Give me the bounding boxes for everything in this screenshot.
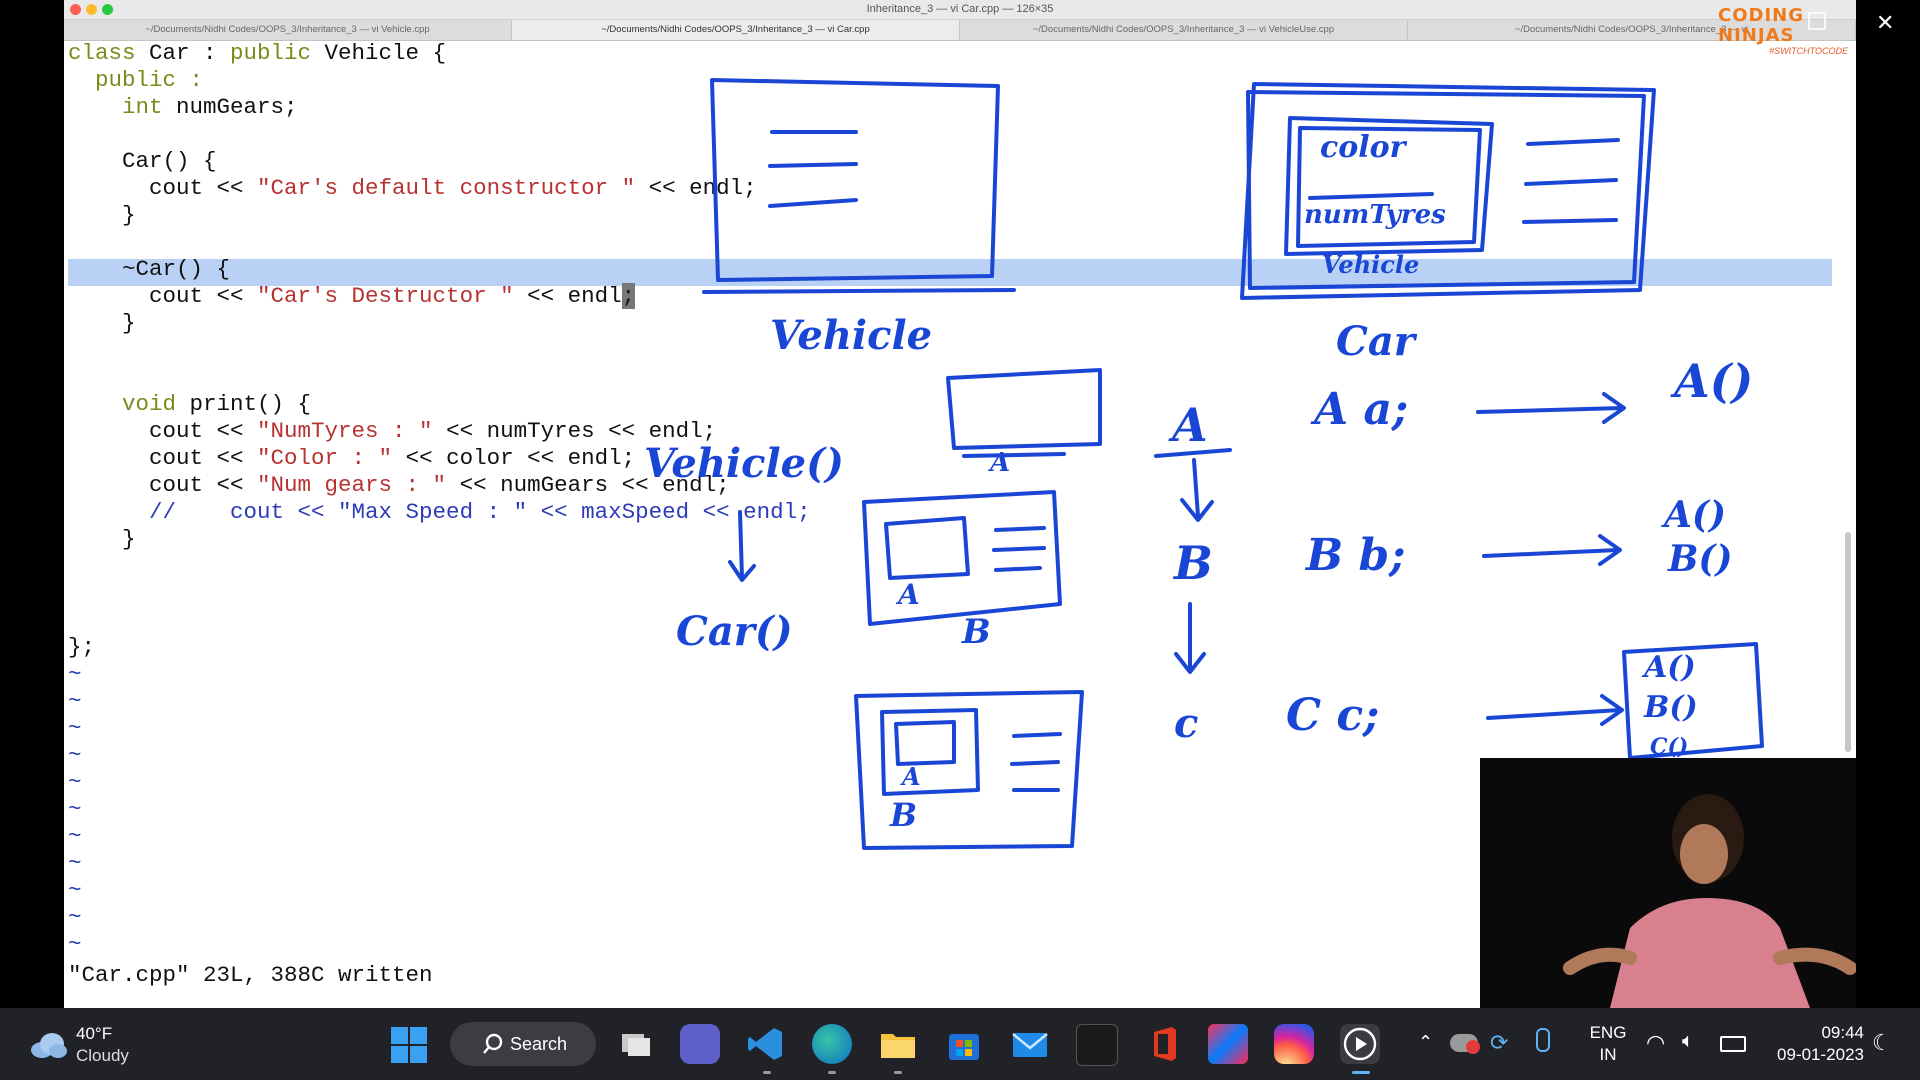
ink-vehicle-inner: Vehicle	[1322, 250, 1420, 279]
mysql-workbench-icon[interactable]	[1076, 1024, 1118, 1066]
task-view-icon[interactable]	[616, 1024, 656, 1064]
ink-res-c3: C()	[1650, 734, 1689, 760]
ink-res-a: A()	[1674, 354, 1754, 408]
arrow-c	[1486, 708, 1622, 720]
search-label: Search	[510, 1034, 568, 1054]
active-indicator	[1352, 1071, 1370, 1074]
logo-text: CODING NINJAS	[1718, 5, 1804, 46]
car-member-line	[1522, 218, 1618, 224]
ink-numtyres: numTyres	[1304, 200, 1446, 230]
box-c-member-line	[1012, 732, 1062, 738]
running-indicator	[894, 1071, 902, 1074]
search-icon	[483, 1033, 503, 1054]
ink-vehicle-label: Vehicle	[770, 312, 933, 359]
restore-icon[interactable]	[1808, 12, 1826, 30]
ink-vehicle-ctor: Vehicle()	[644, 440, 844, 487]
ink-chain-a: A	[1172, 398, 1208, 452]
ink-chain-b: B	[1174, 536, 1213, 590]
car-member-line	[1524, 178, 1618, 186]
weather-desc: Cloudy	[76, 1046, 129, 1065]
wifi-icon[interactable]: ◠	[1646, 1030, 1665, 1056]
ink-decl-b: B b;	[1306, 530, 1406, 581]
language-indicator[interactable]: ENG IN	[1582, 1022, 1634, 1066]
clock-time: 09:44	[1821, 1023, 1864, 1042]
onedrive-error-icon[interactable]	[1450, 1034, 1480, 1054]
ctor-arrow	[738, 510, 744, 580]
teams-chat-icon[interactable]	[680, 1024, 720, 1064]
small-box-underline	[962, 452, 1066, 458]
office-icon[interactable]	[1144, 1024, 1184, 1064]
coding-ninjas-logo: CODING NINJAS #SWITCHTOCODE	[1718, 6, 1854, 66]
box-b-inner-a	[884, 516, 970, 580]
language-top: ENG	[1589, 1023, 1627, 1042]
numgears-strike	[1308, 192, 1434, 200]
presenter-silhouette	[1563, 794, 1856, 1008]
microsoft-store-icon[interactable]	[944, 1024, 984, 1064]
volume-icon[interactable]: 🔈︎	[1682, 1030, 1694, 1053]
windows-logo-icon	[391, 1027, 427, 1063]
battery-icon[interactable]	[1720, 1036, 1746, 1052]
close-icon[interactable]: ✕	[1876, 10, 1894, 36]
box-b-outer	[862, 490, 1062, 626]
edge-icon[interactable]	[812, 1024, 852, 1064]
video-frame: Inheritance_3 — vi Car.cpp — 126×35 ~/Do…	[64, 0, 1856, 1008]
box-c-member-line	[1010, 760, 1060, 766]
ink-box-a2: A	[898, 578, 920, 611]
ink-res-b1: A()	[1664, 494, 1726, 536]
vehicle-member-line	[768, 198, 858, 208]
ink-color: color	[1320, 130, 1406, 165]
car-member-line	[1526, 138, 1620, 146]
sync-icon[interactable]: ⟳	[1490, 1030, 1508, 1056]
box-b-member-line	[992, 546, 1046, 552]
box-b-member-line	[994, 566, 1042, 572]
mail-icon[interactable]	[1010, 1024, 1050, 1064]
ink-car-label: Car	[1336, 318, 1415, 365]
ink-car-ctor: Car()	[676, 608, 793, 655]
weather-temp: 40°F	[76, 1024, 113, 1043]
ink-box-b2: B	[890, 796, 918, 834]
chain-arrow-a-b	[1192, 458, 1200, 518]
vehicle-box	[710, 78, 1000, 282]
vehicle-member-line	[768, 162, 858, 168]
vehicle-box-base	[702, 288, 1016, 294]
ink-res-c2: B()	[1644, 690, 1698, 725]
logo-tagline: #SWITCHTOCODE	[1769, 46, 1848, 56]
ink-chain-c: c	[1174, 700, 1199, 747]
start-button[interactable]	[390, 1026, 428, 1064]
cloud-icon	[31, 1033, 67, 1058]
ink-box-b1: B	[962, 612, 991, 652]
windows-taskbar: 40°F Cloudy Search ⌃ ⟳ ENG IN ◠ 🔈︎ 09:44…	[0, 1008, 1920, 1080]
show-hidden-icons-chevron-icon[interactable]: ⌃	[1418, 1032, 1433, 1053]
language-bottom: IN	[1599, 1045, 1617, 1064]
clock-date: 09-01-2023	[1777, 1045, 1864, 1064]
car-box-outer	[1240, 82, 1656, 300]
ink-res-c1: A()	[1644, 650, 1696, 685]
media-player-icon[interactable]	[1340, 1024, 1380, 1064]
ink-box-a3: A	[902, 762, 921, 791]
small-box	[946, 368, 1102, 450]
arrow-a	[1476, 406, 1624, 414]
notifications-moon-icon[interactable]: ☾	[1872, 1030, 1892, 1056]
weather-widget[interactable]: 40°F Cloudy	[28, 1022, 168, 1066]
box-c-inner-a	[894, 720, 956, 766]
ink-box-a1: A	[990, 448, 1011, 478]
arrow-b	[1482, 548, 1620, 558]
running-indicator	[763, 1071, 771, 1074]
instagram-icon[interactable]	[1274, 1024, 1314, 1064]
ink-decl-c: C c;	[1286, 690, 1380, 741]
vscode-icon[interactable]	[746, 1024, 786, 1064]
microphone-icon[interactable]	[1536, 1028, 1550, 1052]
presenter-webcam	[1480, 758, 1856, 1008]
ink-res-b2: B()	[1668, 538, 1733, 580]
clock[interactable]: 09:44 09-01-2023	[1764, 1022, 1864, 1066]
file-explorer-icon[interactable]	[878, 1024, 918, 1064]
box-b-member-line	[994, 526, 1046, 532]
search-box[interactable]: Search	[450, 1022, 596, 1066]
ink-decl-a: A a;	[1314, 384, 1409, 435]
running-indicator	[828, 1071, 836, 1074]
intellij-icon[interactable]	[1208, 1024, 1248, 1064]
